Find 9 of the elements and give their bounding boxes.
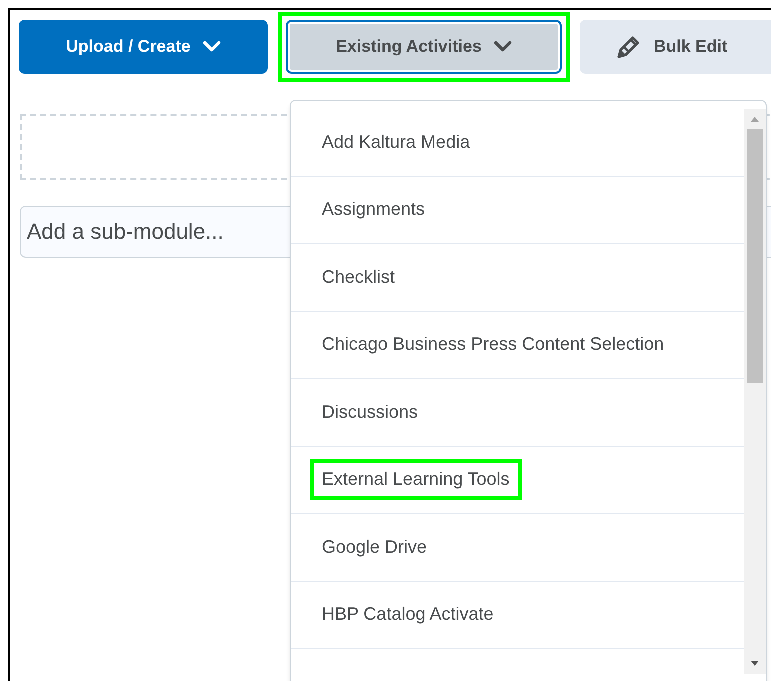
scrollbar[interactable] bbox=[744, 109, 766, 674]
existing-activities-button[interactable]: Existing Activities bbox=[286, 20, 562, 74]
chevron-down-icon bbox=[494, 41, 512, 53]
scrollbar-thumb[interactable] bbox=[747, 129, 763, 383]
pencil-icon bbox=[616, 34, 642, 60]
menu-item[interactable]: External Learning Tools bbox=[291, 446, 744, 514]
bulk-edit-button[interactable]: Bulk Edit bbox=[580, 20, 771, 74]
upload-create-button[interactable]: Upload / Create bbox=[19, 20, 268, 74]
chevron-down-icon bbox=[202, 41, 221, 53]
